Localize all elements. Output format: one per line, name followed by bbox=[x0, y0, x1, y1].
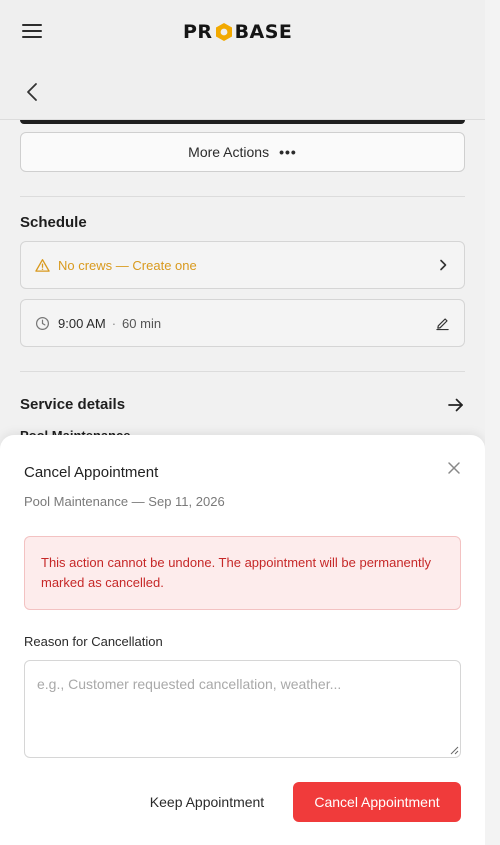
page-scrollbar[interactable] bbox=[485, 0, 500, 845]
arrow-right-icon[interactable] bbox=[447, 397, 465, 413]
crew-warning-text: No crews — Create one bbox=[58, 257, 197, 273]
more-dots-icon: ••• bbox=[279, 144, 297, 160]
service-details-title: Service details bbox=[20, 396, 126, 413]
appointment-time: 9:00 AM bbox=[58, 315, 106, 331]
schedule-title: Schedule bbox=[20, 214, 87, 231]
resize-grip-icon[interactable] bbox=[450, 746, 459, 755]
back-bar bbox=[0, 62, 485, 120]
more-actions-button[interactable]: More Actions ••• bbox=[20, 132, 465, 172]
appointment-duration: 60 min bbox=[122, 315, 162, 331]
section-divider bbox=[20, 196, 465, 197]
danger-alert: This action cannot be undone. The appoin… bbox=[24, 536, 461, 610]
logo-hexagon-icon bbox=[215, 23, 232, 41]
close-icon[interactable] bbox=[447, 461, 461, 475]
probase-logo[interactable]: PR BASE bbox=[183, 20, 292, 44]
keep-appointment-button[interactable]: Keep Appointment bbox=[134, 783, 280, 821]
modal-title: Cancel Appointment bbox=[24, 464, 159, 481]
page-content: More Actions ••• Schedule No crews — Cre… bbox=[0, 120, 485, 443]
edit-pencil-icon[interactable] bbox=[435, 316, 450, 331]
logo-text-right: BASE bbox=[234, 21, 293, 43]
warning-triangle-icon bbox=[35, 258, 50, 272]
cancel-appointment-sheet: Cancel Appointment Pool Maintenance — Se… bbox=[0, 435, 485, 845]
more-actions-label: More Actions bbox=[188, 144, 270, 160]
app-screen: PR BASE More Actions ••• Schedule No cre… bbox=[0, 0, 485, 845]
primary-button-edge[interactable] bbox=[20, 120, 465, 124]
logo-text-left: PR bbox=[183, 21, 213, 43]
section-divider bbox=[20, 371, 465, 372]
service-details-header[interactable]: Service details bbox=[20, 396, 465, 413]
crew-warning-row[interactable]: No crews — Create one bbox=[20, 241, 465, 289]
chevron-left-icon[interactable] bbox=[24, 82, 42, 102]
top-bar: PR BASE bbox=[0, 0, 485, 62]
modal-subtitle: Pool Maintenance — Sep 11, 2026 bbox=[24, 494, 225, 509]
time-row[interactable]: 9:00 AM · 60 min bbox=[20, 299, 465, 347]
time-separator: · bbox=[111, 315, 117, 331]
chevron-right-icon bbox=[440, 259, 447, 271]
alert-text: This action cannot be undone. The appoin… bbox=[41, 555, 432, 590]
hamburger-menu-icon[interactable] bbox=[22, 24, 42, 40]
clock-icon bbox=[35, 316, 50, 330]
reason-label: Reason for Cancellation bbox=[24, 634, 163, 649]
reason-textarea[interactable] bbox=[24, 660, 461, 758]
cancel-appointment-button[interactable]: Cancel Appointment bbox=[293, 782, 461, 822]
